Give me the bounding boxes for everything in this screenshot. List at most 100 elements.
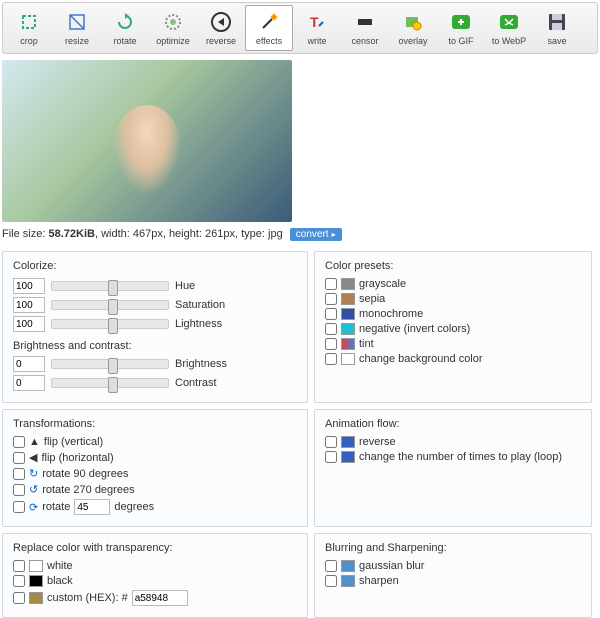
replace-title: Replace color with transparency:	[13, 542, 297, 554]
write-icon: T	[305, 10, 329, 34]
rot-custom-pre: rotate	[42, 501, 70, 513]
bc-title: Brightness and contrast:	[13, 340, 297, 352]
censor-button[interactable]: censor	[341, 5, 389, 51]
lightness-input[interactable]	[13, 316, 45, 332]
sepia-swatch	[341, 293, 355, 305]
replace-white-checkbox[interactable]	[13, 560, 25, 572]
effects-icon	[257, 10, 281, 34]
panel-animation: Animation flow: reverse change the numbe…	[314, 409, 592, 527]
gaussian-icon	[341, 560, 355, 572]
brightness-slider[interactable]	[51, 359, 169, 369]
reverse-icon	[209, 10, 233, 34]
flip-v-icon: ▲	[29, 436, 40, 448]
anim-reverse-icon	[341, 436, 355, 448]
save-button[interactable]: save	[533, 5, 581, 51]
flip-h-icon: ◀	[29, 451, 37, 464]
sharpen-label: sharpen	[359, 575, 399, 587]
change-bg-checkbox[interactable]	[325, 353, 337, 365]
flip-h-label: flip (horizontal)	[41, 452, 113, 464]
contrast-slider[interactable]	[51, 378, 169, 388]
negative-label: negative (invert colors)	[359, 323, 470, 335]
write-label: write	[307, 36, 326, 46]
anim-reverse-checkbox[interactable]	[325, 436, 337, 448]
hue-label: Hue	[175, 280, 195, 292]
negative-swatch	[341, 323, 355, 335]
optimize-icon	[161, 10, 185, 34]
resize-label: resize	[65, 36, 89, 46]
rotate-label: rotate	[113, 36, 136, 46]
anim-reverse-label: reverse	[359, 436, 396, 448]
lightness-slider[interactable]	[51, 319, 169, 329]
white-swatch	[29, 560, 43, 572]
reverse-button[interactable]: reverse	[197, 5, 245, 51]
panel-colorize: Colorize: Hue Saturation Lightness Brigh…	[2, 251, 308, 403]
optimize-button[interactable]: optimize	[149, 5, 197, 51]
to-gif-label: to GIF	[448, 36, 473, 46]
saturation-label: Saturation	[175, 299, 225, 311]
negative-checkbox[interactable]	[325, 323, 337, 335]
saturation-input[interactable]	[13, 297, 45, 313]
tint-checkbox[interactable]	[325, 338, 337, 350]
fileinfo-prefix: File size:	[2, 228, 48, 240]
colorize-title: Colorize:	[13, 260, 297, 272]
hue-input[interactable]	[13, 278, 45, 294]
rot270-icon: ↺	[29, 483, 38, 496]
save-icon	[545, 10, 569, 34]
replace-custom-pre: custom (HEX): #	[47, 592, 128, 604]
flip-h-checkbox[interactable]	[13, 452, 25, 464]
optimize-label: optimize	[156, 36, 190, 46]
contrast-label: Contrast	[175, 377, 217, 389]
brightness-input[interactable]	[13, 356, 45, 372]
svg-text:T: T	[310, 14, 319, 30]
overlay-button[interactable]: overlay	[389, 5, 437, 51]
rot90-checkbox[interactable]	[13, 468, 25, 480]
write-button[interactable]: T write	[293, 5, 341, 51]
crop-button[interactable]: crop	[5, 5, 53, 51]
anim-loop-label: change the number of times to play (loop…	[359, 451, 562, 463]
to-webp-label: to WebP	[492, 36, 526, 46]
rotate-button[interactable]: rotate	[101, 5, 149, 51]
hue-slider[interactable]	[51, 281, 169, 291]
save-label: save	[547, 36, 566, 46]
replace-custom-input[interactable]	[132, 590, 188, 606]
sepia-label: sepia	[359, 293, 385, 305]
sharpen-icon	[341, 575, 355, 587]
file-info: File size: 58.72KiB, width: 467px, heigh…	[2, 228, 598, 241]
panel-transforms: Transformations: ▲flip (vertical) ◀flip …	[2, 409, 308, 527]
gaussian-checkbox[interactable]	[325, 560, 337, 572]
sepia-checkbox[interactable]	[325, 293, 337, 305]
to-webp-button[interactable]: to WebP	[485, 5, 533, 51]
bg-swatch	[341, 353, 355, 365]
rotate-icon	[113, 10, 137, 34]
saturation-slider[interactable]	[51, 300, 169, 310]
rot270-checkbox[interactable]	[13, 484, 25, 496]
reverse-label: reverse	[206, 36, 236, 46]
effects-button[interactable]: effects	[245, 5, 293, 51]
gaussian-label: gaussian blur	[359, 560, 424, 572]
grayscale-label: grayscale	[359, 278, 406, 290]
sharpen-checkbox[interactable]	[325, 575, 337, 587]
presets-title: Color presets:	[325, 260, 581, 272]
rot-custom-input[interactable]	[74, 499, 110, 515]
anim-loop-icon	[341, 451, 355, 463]
monochrome-swatch	[341, 308, 355, 320]
replace-black-checkbox[interactable]	[13, 575, 25, 587]
censor-label: censor	[351, 36, 378, 46]
resize-icon	[65, 10, 89, 34]
contrast-input[interactable]	[13, 375, 45, 391]
grayscale-checkbox[interactable]	[325, 278, 337, 290]
panels: Colorize: Hue Saturation Lightness Brigh…	[0, 251, 600, 618]
to-gif-icon	[449, 10, 473, 34]
to-gif-button[interactable]: to GIF	[437, 5, 485, 51]
convert-button[interactable]: convert	[290, 228, 342, 241]
anim-loop-checkbox[interactable]	[325, 451, 337, 463]
flip-v-checkbox[interactable]	[13, 436, 25, 448]
monochrome-checkbox[interactable]	[325, 308, 337, 320]
resize-button[interactable]: resize	[53, 5, 101, 51]
replace-black-label: black	[47, 575, 73, 587]
replace-custom-checkbox[interactable]	[13, 592, 25, 604]
replace-white-label: white	[47, 560, 73, 572]
rot-custom-icon: ⟳	[29, 501, 38, 514]
panel-replace: Replace color with transparency: white b…	[2, 533, 308, 618]
rot-custom-checkbox[interactable]	[13, 501, 25, 513]
